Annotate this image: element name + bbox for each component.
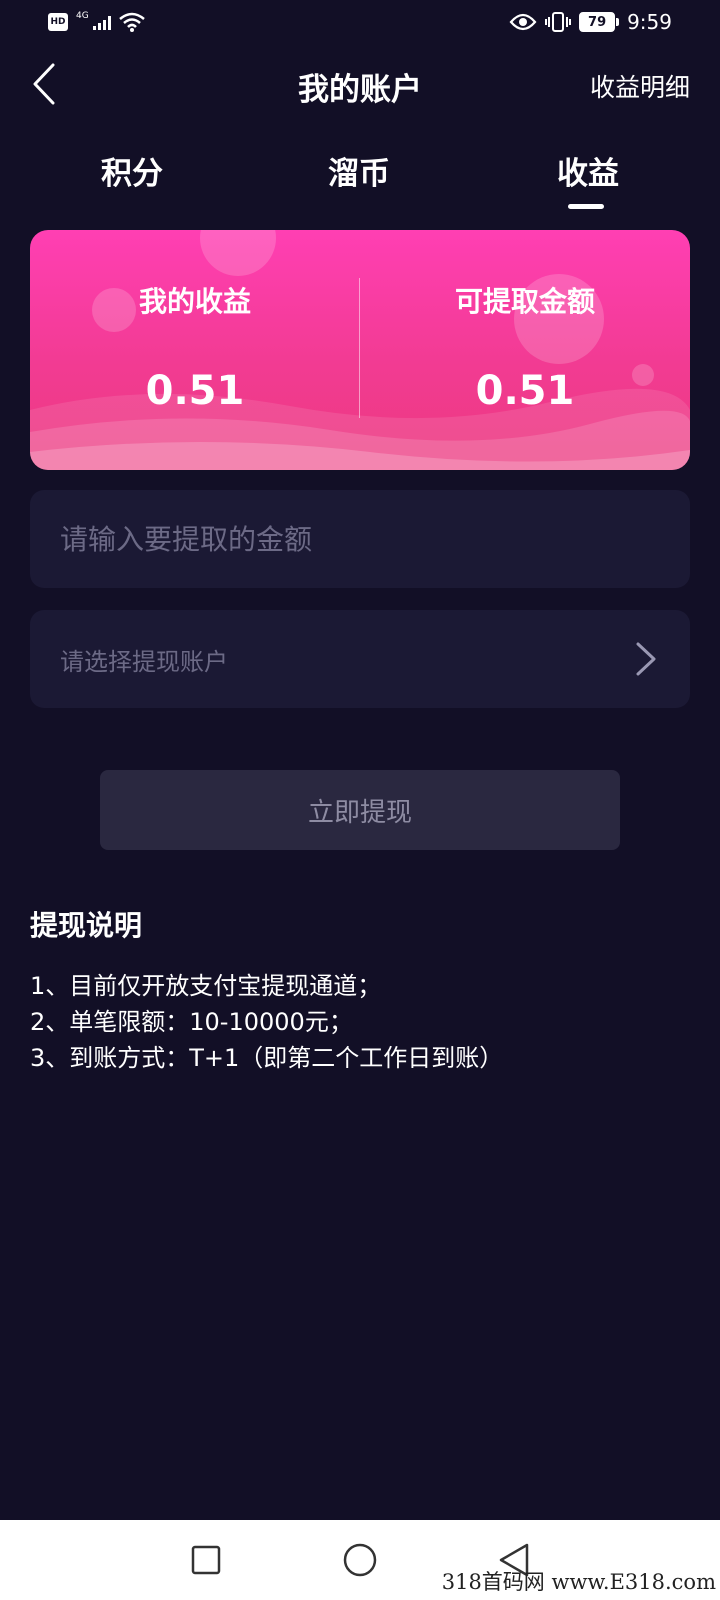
amount-field	[30, 490, 690, 588]
eye-icon	[509, 13, 537, 31]
app-header: 我的账户 收益明细	[0, 52, 720, 116]
status-left: HD 4G	[48, 11, 145, 32]
battery-level: 79	[579, 12, 616, 32]
hd-badge: HD	[48, 13, 68, 31]
notes-list: 1、目前仅开放支付宝提现通道； 2、单笔限额：10-10000元； 3、到账方式…	[30, 968, 503, 1076]
note-item: 2、单笔限额：10-10000元；	[30, 1008, 353, 1036]
home-button[interactable]	[338, 1538, 382, 1582]
system-nav-bar: 318首码网 www.E318.com	[0, 1520, 720, 1600]
earnings-detail-link[interactable]: 收益明细	[590, 68, 690, 104]
my-earnings-value: 0.51	[145, 368, 245, 414]
tab-bar: 积分 溜币 收益	[0, 140, 720, 210]
recent-apps-button[interactable]	[184, 1538, 228, 1582]
withdraw-button[interactable]: 立即提现	[100, 770, 620, 850]
vibrate-icon	[545, 12, 572, 32]
signal-icon	[92, 14, 111, 30]
circle-icon	[343, 1543, 377, 1577]
note-item: 1、目前仅开放支付宝提现通道；	[30, 972, 382, 1000]
status-right: 79 9:59	[509, 10, 672, 34]
battery-icon	[616, 18, 620, 26]
square-icon	[191, 1545, 221, 1575]
account-placeholder: 请选择提现账户	[60, 648, 228, 676]
withdrawable-section: 可提取金额 0.51	[360, 230, 690, 470]
chevron-right-icon	[636, 642, 656, 676]
note-item: 3、到账方式：T+1（即第二个工作日到账）	[30, 1044, 504, 1072]
my-earnings-section: 我的收益 0.51	[30, 230, 360, 470]
tab-points[interactable]: 积分	[62, 148, 202, 193]
withdrawable-label: 可提取金额	[454, 285, 595, 318]
watermark: 318首码网 www.E318.com	[441, 1570, 716, 1594]
notes-title: 提现说明	[30, 909, 143, 942]
tab-coins[interactable]: 溜币	[289, 148, 429, 193]
network-type: 4G	[76, 11, 89, 21]
status-bar: HD 4G 79 9:59	[0, 0, 720, 50]
tab-earnings[interactable]: 收益	[518, 148, 658, 193]
withdraw-account-select[interactable]: 请选择提现账户	[30, 610, 690, 708]
clock: 9:59	[627, 10, 672, 34]
earnings-card: 我的收益 0.51 可提取金额 0.51	[30, 230, 690, 470]
amount-input[interactable]	[60, 490, 660, 588]
my-earnings-label: 我的收益	[138, 285, 251, 318]
wifi-icon	[118, 12, 145, 32]
withdrawable-value: 0.51	[475, 368, 575, 414]
active-tab-indicator	[568, 204, 604, 209]
